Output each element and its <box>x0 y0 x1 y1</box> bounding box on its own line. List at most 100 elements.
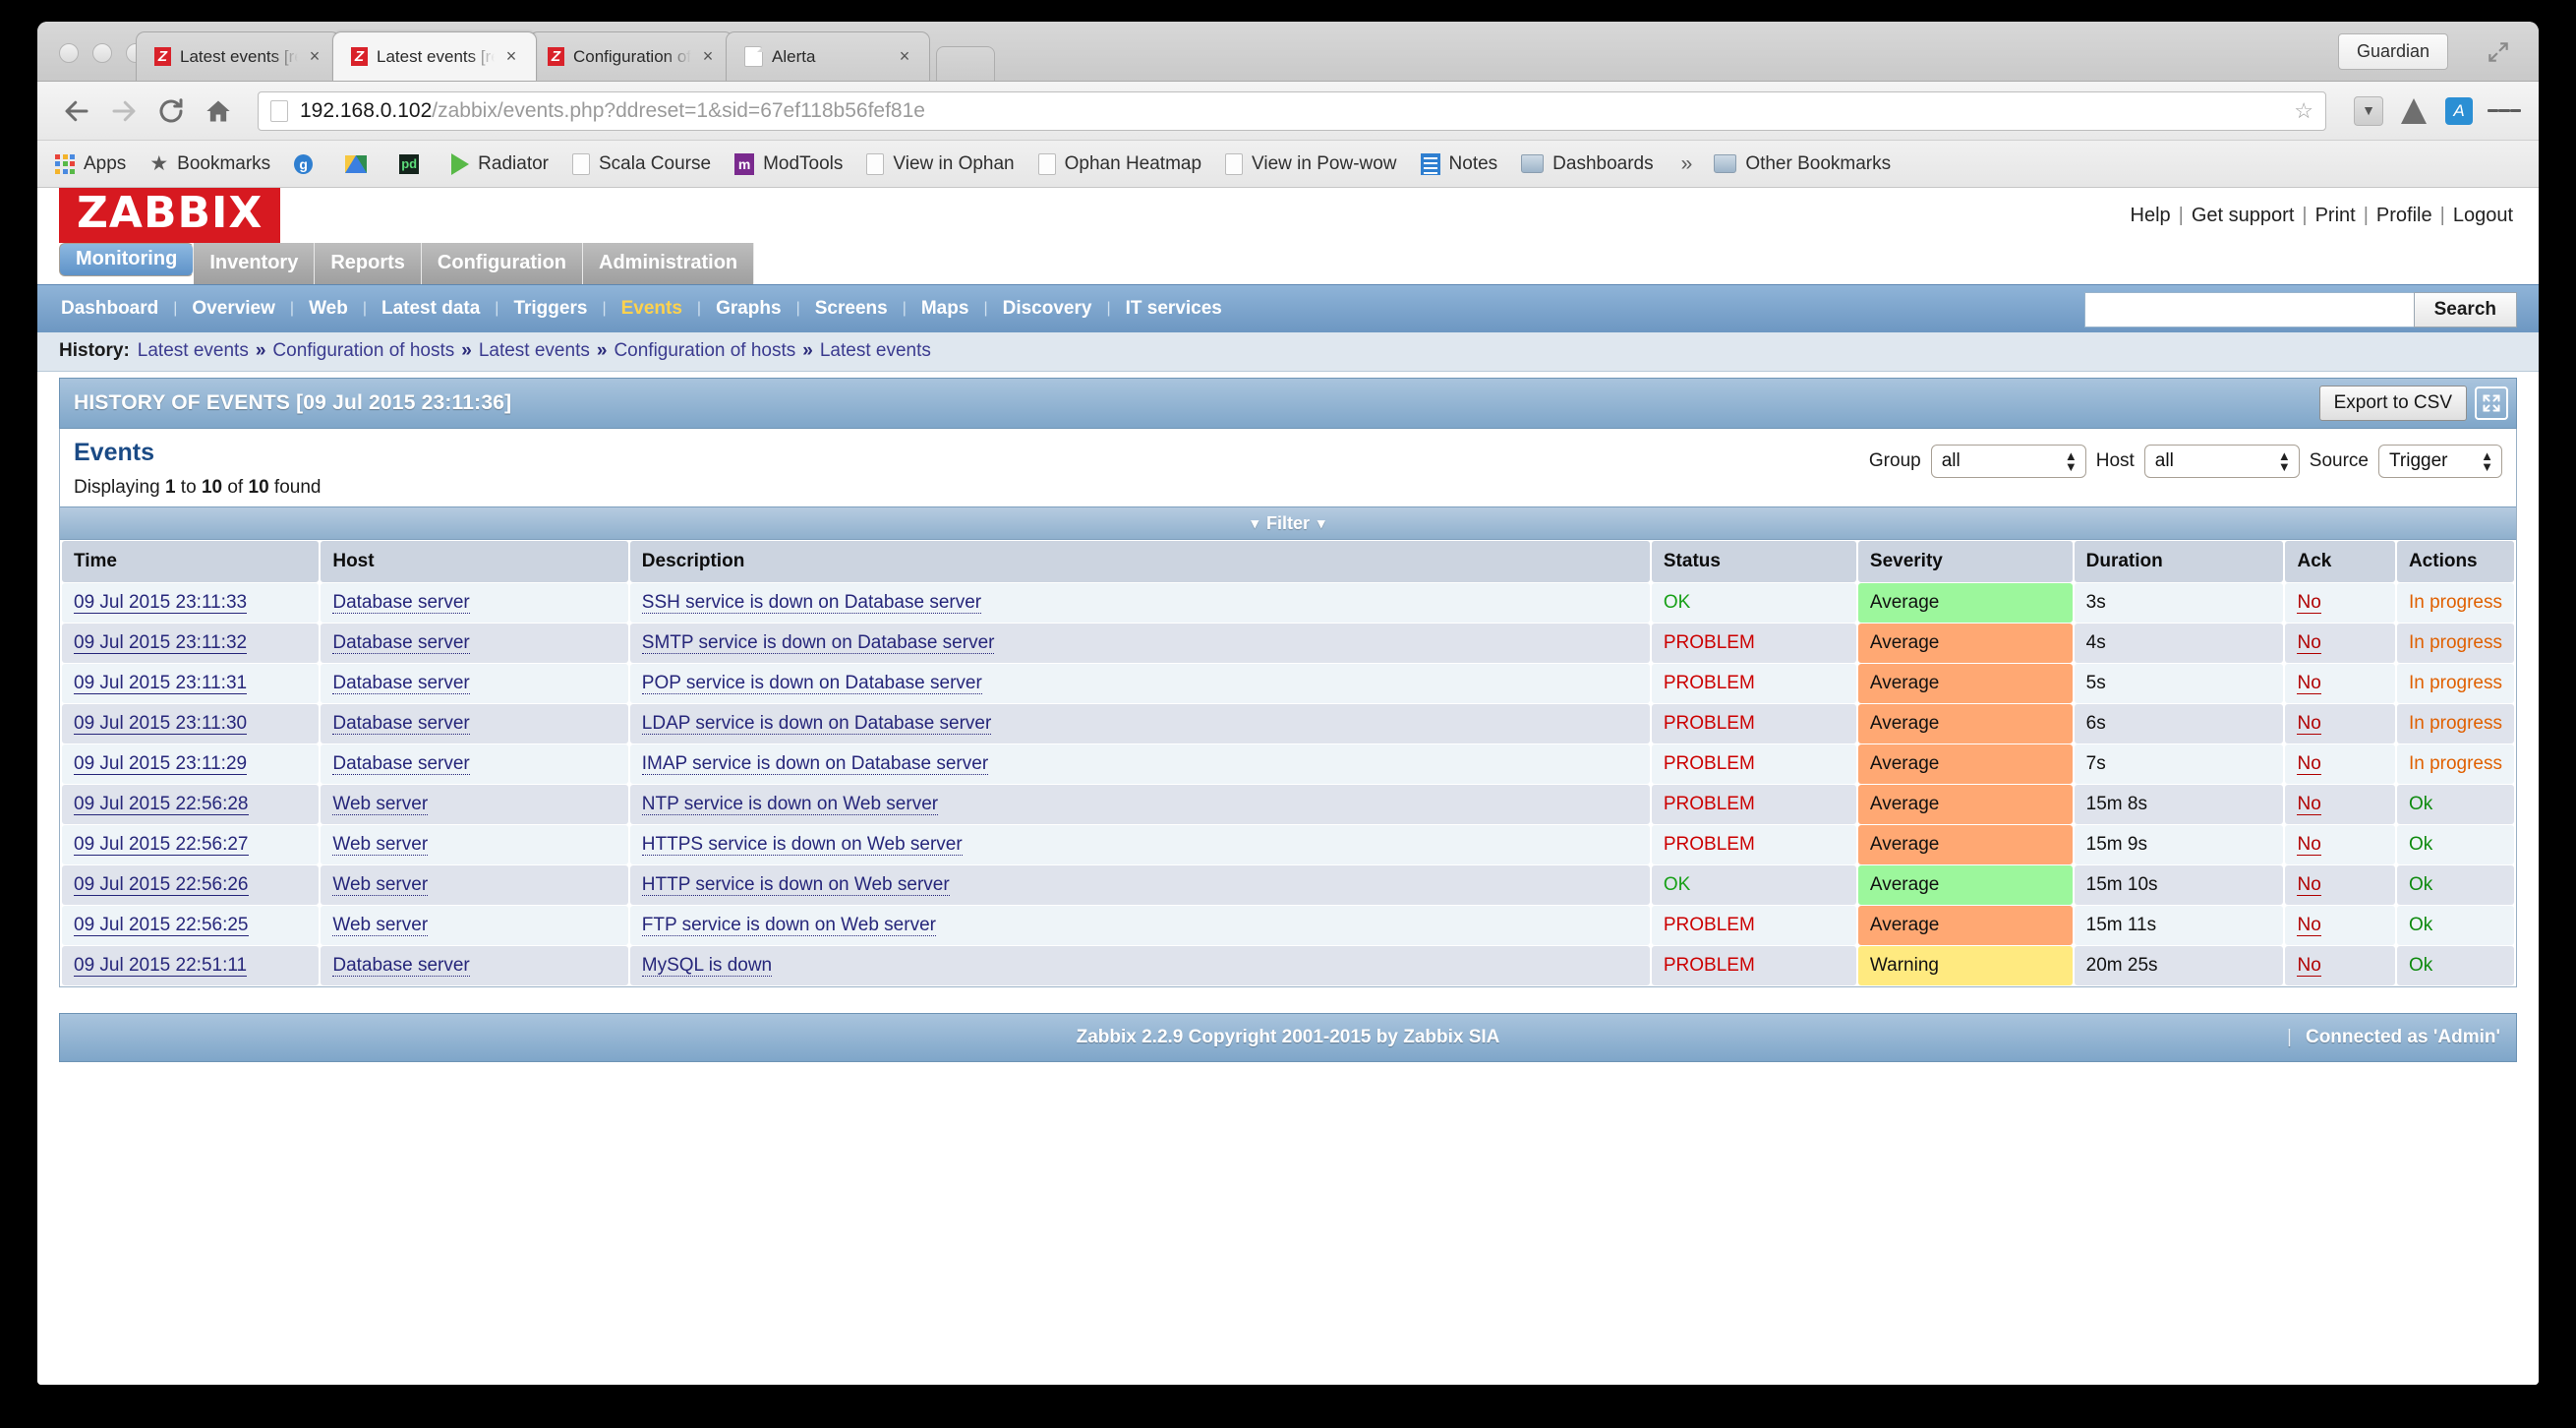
submenu-it-services[interactable]: IT services <box>1124 298 1224 320</box>
host-link[interactable]: Database server <box>332 632 470 654</box>
column-header-description[interactable]: Description <box>629 541 1650 582</box>
submenu-triggers[interactable]: Triggers <box>511 298 589 320</box>
bookmark-g[interactable]: g <box>294 153 322 174</box>
host-link[interactable]: Web server <box>332 874 429 896</box>
history-item-2[interactable]: Latest events <box>479 340 590 361</box>
submenu-events[interactable]: Events <box>619 298 684 320</box>
source-select[interactable]: Trigger ▲ ▼ <box>2378 445 2502 478</box>
bookmark-ophan-heatmap[interactable]: Ophan Heatmap <box>1037 152 1201 175</box>
address-bar[interactable]: 192.168.0.102/zabbix/events.php?ddreset=… <box>258 90 2326 131</box>
help-link[interactable]: Help <box>2131 205 2171 226</box>
bookmarks-overflow-icon[interactable]: » <box>1681 152 1693 176</box>
host-link[interactable]: Database server <box>332 955 470 977</box>
close-icon[interactable]: × <box>500 46 522 67</box>
bookmark-pd[interactable]: pd <box>399 153 428 174</box>
close-window-button[interactable] <box>59 43 79 63</box>
submenu-overview[interactable]: Overview <box>190 298 277 320</box>
minimize-window-button[interactable] <box>92 43 112 63</box>
get-support-link[interactable]: Get support <box>2192 205 2295 226</box>
column-header-status[interactable]: Status <box>1651 541 1856 582</box>
ack-link[interactable]: No <box>2297 955 2321 977</box>
close-icon[interactable]: × <box>304 46 325 67</box>
browser-tab-2[interactable]: Z Latest events [refreshed ev × <box>332 31 537 81</box>
submenu-graphs[interactable]: Graphs <box>714 298 784 320</box>
bookmark-drive[interactable] <box>345 154 376 173</box>
bookmark-star-icon[interactable]: ☆ <box>2294 98 2313 124</box>
profile-link[interactable]: Profile <box>2376 205 2432 226</box>
menu-item-inventory[interactable]: Inventory <box>194 243 316 284</box>
event-time-link[interactable]: 09 Jul 2015 22:51:11 <box>74 955 248 977</box>
browser-tab-3[interactable]: Z Configuration of hosts × <box>529 31 733 81</box>
column-header-actions[interactable]: Actions <box>2396 541 2514 582</box>
host-select[interactable]: all ▲ ▼ <box>2143 445 2300 478</box>
submenu-latest-data[interactable]: Latest data <box>380 298 482 320</box>
submenu-screens[interactable]: Screens <box>813 298 890 320</box>
logout-link[interactable]: Logout <box>2453 205 2513 226</box>
ack-link[interactable]: No <box>2297 592 2321 614</box>
column-header-time[interactable]: Time <box>62 541 320 582</box>
ack-link[interactable]: No <box>2297 632 2321 654</box>
host-link[interactable]: Database server <box>332 753 470 775</box>
bookmark-view-in-ophan[interactable]: View in Ophan <box>866 152 1015 175</box>
column-header-severity[interactable]: Severity <box>1857 541 2073 582</box>
print-link[interactable]: Print <box>2315 205 2356 226</box>
new-tab-button[interactable] <box>936 46 995 81</box>
event-time-link[interactable]: 09 Jul 2015 23:11:32 <box>74 632 248 654</box>
browser-tab-4[interactable]: Alerta × <box>726 31 930 81</box>
bookmark-dashboards[interactable]: Dashboards <box>1521 153 1654 175</box>
bookmark-notes[interactable]: Notes <box>1420 152 1497 175</box>
search-input[interactable] <box>2083 292 2414 327</box>
home-icon[interactable] <box>197 89 240 133</box>
window-controls[interactable] <box>59 43 146 63</box>
menu-item-reports[interactable]: Reports <box>315 243 422 284</box>
history-item-0[interactable]: Latest events <box>138 340 249 361</box>
menu-item-administration[interactable]: Administration <box>583 243 755 284</box>
host-link[interactable]: Web server <box>332 915 429 936</box>
history-item-4[interactable]: Latest events <box>820 340 931 361</box>
reload-icon[interactable] <box>149 89 193 133</box>
submenu-discovery[interactable]: Discovery <box>1001 298 1094 320</box>
forward-icon[interactable] <box>102 89 146 133</box>
ack-link[interactable]: No <box>2297 753 2321 775</box>
browser-menu-icon[interactable] <box>2488 94 2521 128</box>
search-button[interactable]: Search <box>2413 292 2517 327</box>
host-link[interactable]: Web server <box>332 794 429 815</box>
ack-link[interactable]: No <box>2297 673 2321 694</box>
menu-item-configuration[interactable]: Configuration <box>421 243 584 284</box>
ink-icon[interactable] <box>2397 94 2430 128</box>
fullscreen-icon[interactable] <box>2475 387 2508 420</box>
bookmark-bookmarks[interactable]: ★ Bookmarks <box>149 153 270 175</box>
downloads-icon[interactable]: ▼ <box>2352 94 2385 128</box>
submenu-maps[interactable]: Maps <box>919 298 971 320</box>
bookmark-radiator[interactable]: Radiator <box>451 152 549 175</box>
browser-tab-1[interactable]: Z Latest events [refreshed ev × <box>136 31 340 81</box>
submenu-web[interactable]: Web <box>307 298 350 320</box>
ack-link[interactable]: No <box>2297 915 2321 936</box>
description-link[interactable]: LDAP service is down on Database server <box>641 713 992 735</box>
extension-icon[interactable]: A <box>2442 94 2476 128</box>
submenu-dashboard[interactable]: Dashboard <box>59 298 160 320</box>
back-icon[interactable] <box>55 89 98 133</box>
ack-link[interactable]: No <box>2297 794 2321 815</box>
column-header-host[interactable]: Host <box>321 541 628 582</box>
host-link[interactable]: Database server <box>332 713 470 735</box>
host-link[interactable]: Database server <box>332 673 470 694</box>
zabbix-logo[interactable]: ZABBIX <box>59 188 281 243</box>
ack-link[interactable]: No <box>2297 713 2321 735</box>
event-time-link[interactable]: 09 Jul 2015 23:11:33 <box>74 592 248 614</box>
host-link[interactable]: Web server <box>332 834 429 856</box>
ack-link[interactable]: No <box>2297 834 2321 856</box>
close-icon[interactable]: × <box>894 46 915 67</box>
description-link[interactable]: NTP service is down on Web server <box>641 794 939 815</box>
description-link[interactable]: MySQL is down <box>641 955 773 977</box>
description-link[interactable]: IMAP service is down on Database server <box>641 753 989 775</box>
description-link[interactable]: POP service is down on Database server <box>641 673 982 694</box>
filter-toggle-bar[interactable]: ▾ Filter ▾ <box>60 506 2516 540</box>
ack-link[interactable]: No <box>2297 874 2321 896</box>
group-select[interactable]: all ▲ ▼ <box>1930 445 2086 478</box>
event-time-link[interactable]: 09 Jul 2015 22:56:27 <box>74 834 249 856</box>
event-time-link[interactable]: 09 Jul 2015 23:11:31 <box>74 673 248 694</box>
description-link[interactable]: HTTPS service is down on Web server <box>641 834 963 856</box>
description-link[interactable]: HTTP service is down on Web server <box>641 874 950 896</box>
history-item-3[interactable]: Configuration of hosts <box>614 340 795 361</box>
